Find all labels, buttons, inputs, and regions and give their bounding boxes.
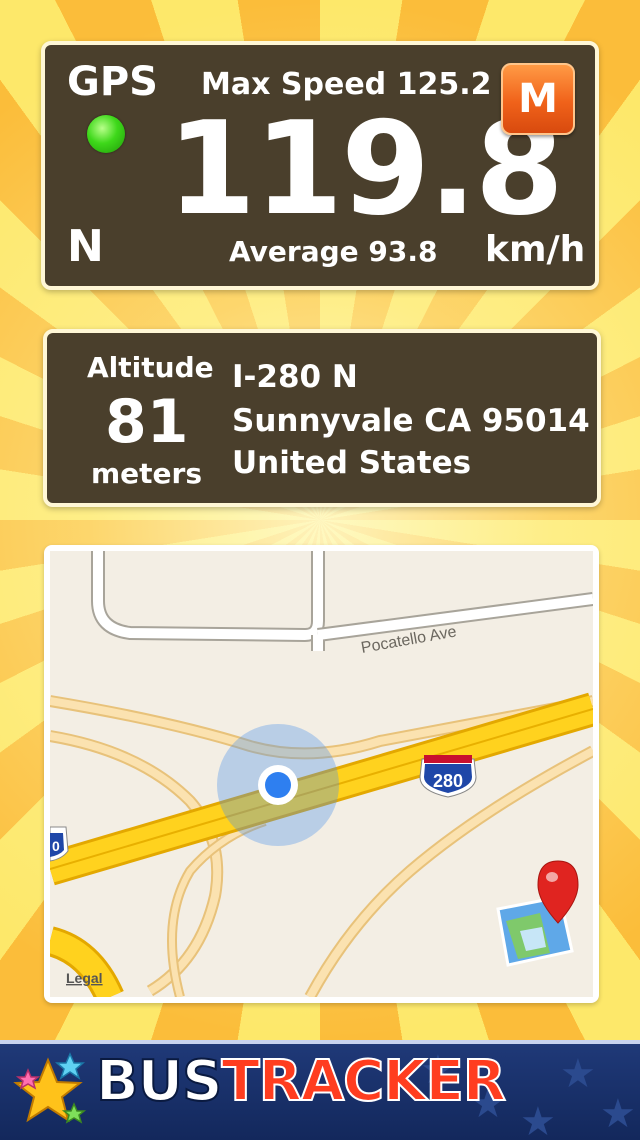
background-star-icon: ★ bbox=[600, 1092, 636, 1136]
address-road: I-280 N bbox=[232, 359, 358, 395]
app-logo: BUSTRACKER bbox=[95, 1053, 507, 1111]
altitude-label: Altitude bbox=[87, 351, 214, 384]
background-star-icon: ★ bbox=[520, 1100, 556, 1140]
speed-units[interactable]: km/h bbox=[485, 229, 585, 270]
address-city: Sunnyvale CA 95014 bbox=[232, 403, 590, 439]
current-location-dot bbox=[265, 772, 291, 798]
map-frame: Pocatello Ave 280 0 Legal bbox=[44, 545, 599, 1003]
logo-bus-text: BUS bbox=[95, 1049, 223, 1114]
footer-banner: ★ ★ ★ ★ ★ BUSTRACKER bbox=[0, 1040, 640, 1140]
logo-tracker-text: TRACKER bbox=[221, 1049, 508, 1114]
location-info-panel: Altitude 81 meters I-280 N Sunnyvale CA … bbox=[43, 329, 601, 507]
heading-indicator: N bbox=[67, 221, 104, 272]
speed-panel: GPS N Max Speed 125.2 119.8 Average 93.8… bbox=[41, 41, 599, 290]
gps-label: GPS bbox=[67, 59, 158, 105]
altitude-value: 81 bbox=[105, 387, 189, 457]
address-country: United States bbox=[232, 445, 472, 481]
background-star-icon: ★ bbox=[560, 1052, 596, 1096]
legal-link[interactable]: Legal bbox=[66, 970, 103, 986]
gps-status-icon bbox=[87, 115, 125, 153]
highway-shield-partial-label: 0 bbox=[52, 838, 60, 854]
altitude-units: meters bbox=[91, 457, 203, 490]
map-view[interactable]: Pocatello Ave 280 0 Legal bbox=[50, 551, 593, 997]
average-speed: Average 93.8 bbox=[229, 235, 438, 268]
mode-button[interactable]: M bbox=[501, 63, 575, 135]
star-cluster-icon bbox=[13, 1052, 87, 1124]
highway-shield-label: 280 bbox=[433, 771, 463, 791]
